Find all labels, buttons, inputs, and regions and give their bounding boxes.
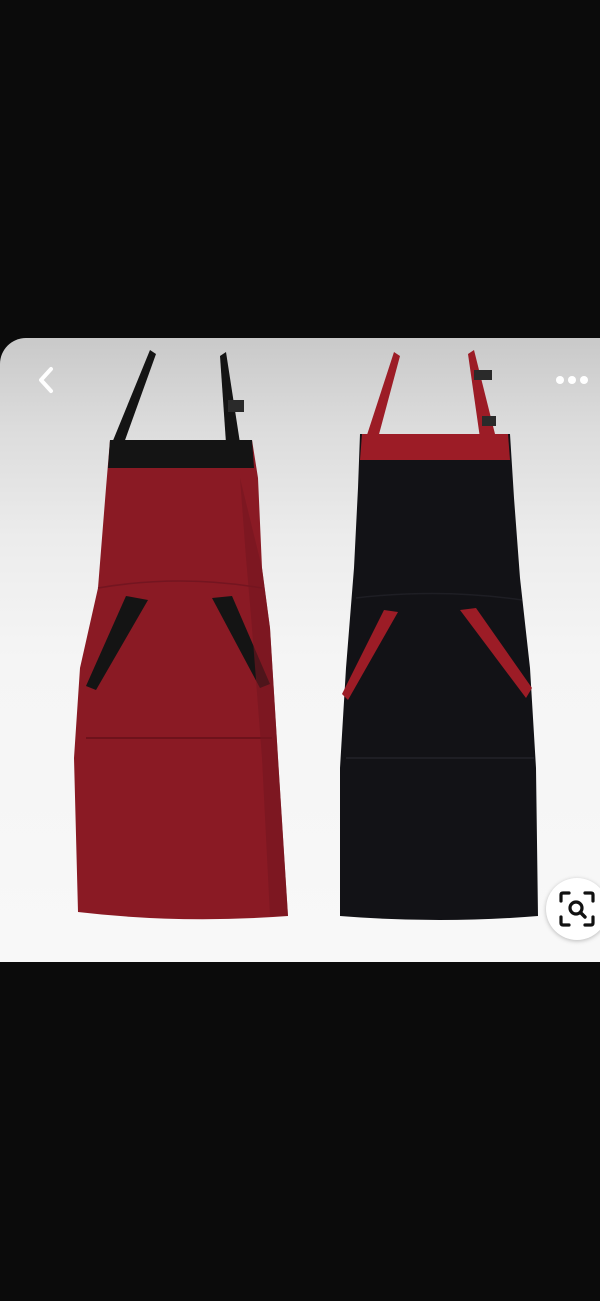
more-horizontal-icon (556, 376, 588, 384)
image-viewer[interactable] (0, 338, 600, 962)
phone-screen (0, 0, 600, 1301)
product-photo (74, 350, 538, 920)
more-options-button[interactable] (550, 362, 594, 398)
burgundy-apron (74, 350, 288, 920)
visual-search-icon (559, 891, 595, 927)
visual-search-button[interactable] (546, 878, 600, 940)
black-apron (340, 350, 538, 920)
back-button[interactable] (24, 360, 68, 400)
chevron-left-icon (39, 367, 53, 393)
